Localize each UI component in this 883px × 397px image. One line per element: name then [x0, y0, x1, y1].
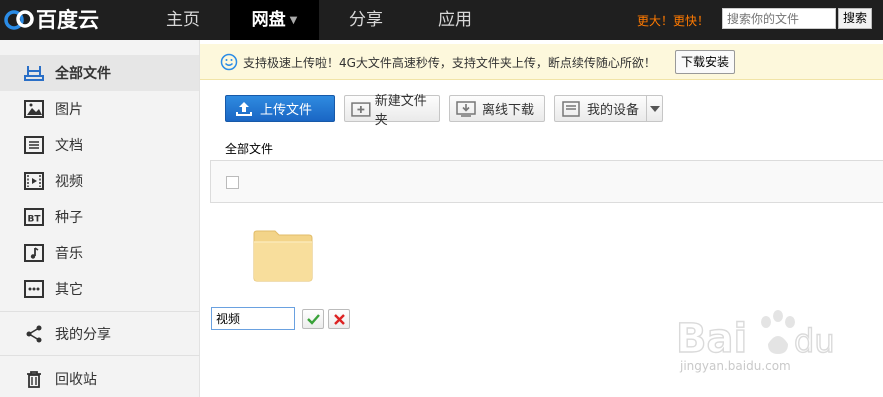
sidebar-item-label: 图片	[55, 102, 83, 118]
nav-share[interactable]: 分享	[334, 0, 398, 40]
sidebar-item-label: 音乐	[55, 246, 83, 262]
sidebar-item-images[interactable]: 图片	[0, 91, 199, 127]
download-install-button[interactable]: 下载安装	[675, 50, 735, 74]
offline-download-icon	[456, 100, 476, 117]
image-icon	[24, 100, 44, 118]
search-button[interactable]: 搜索	[838, 8, 872, 29]
cloud-logo-icon	[4, 10, 34, 30]
nav-netdisk-label: 网盘	[251, 10, 286, 30]
upload-icon	[236, 101, 252, 116]
offline-download-label: 离线下载	[482, 103, 535, 118]
new-folder-icon	[351, 101, 371, 117]
sidebar-item-videos[interactable]: 视频	[0, 163, 199, 199]
folder-icon[interactable]	[253, 230, 313, 282]
upload-file-button[interactable]: 上传文件	[225, 95, 335, 122]
sidebar-item-torrents[interactable]: BT 种子	[0, 199, 199, 235]
baidu-cloud-logo[interactable]: 百度云	[2, 4, 99, 34]
file-list-header	[210, 160, 883, 203]
notice-text: 支持极速上传啦！4G大文件高速秒传，支持文件夹上传，断点续传随心所欲！	[243, 56, 656, 70]
cancel-rename-button[interactable]	[328, 309, 350, 329]
folder-name-input[interactable]	[211, 307, 295, 330]
document-icon	[24, 136, 44, 154]
sidebar-divider	[0, 355, 200, 356]
confirm-rename-button[interactable]	[302, 309, 324, 329]
promo-link[interactable]: 更大！更快！	[637, 12, 709, 29]
watermark-url: jingyan.baidu.com	[680, 359, 791, 373]
torrent-icon: BT	[24, 208, 44, 226]
sidebar-item-label: 其它	[55, 282, 83, 298]
nav-home-label: 主页	[166, 10, 200, 30]
caret-down-icon	[650, 106, 660, 112]
trash-icon	[27, 371, 41, 388]
sidebar-divider	[0, 311, 200, 312]
sidebar-item-label: 全部文件	[55, 66, 111, 82]
svg-text:Bai: Bai	[676, 316, 747, 362]
sidebar-item-all-files[interactable]: 全部文件	[0, 55, 199, 91]
sidebar-item-label: 视频	[55, 174, 83, 190]
close-icon	[334, 314, 345, 325]
my-device-button[interactable]: 我的设备	[554, 95, 647, 122]
nav-netdisk[interactable]: 网盘 ▼	[230, 0, 319, 40]
sidebar-item-label: 回收站	[55, 372, 97, 388]
sidebar-item-other[interactable]: 其它	[0, 271, 199, 307]
share-icon	[26, 325, 42, 343]
top-bar: 百度云 主页 网盘 ▼ 分享 应用 更大！更快！ 搜索	[0, 0, 883, 40]
sidebar-item-label: 我的分享	[55, 327, 111, 343]
sidebar-item-recycle-bin[interactable]: 回收站	[0, 361, 199, 397]
nav-home[interactable]: 主页	[146, 0, 220, 40]
chevron-down-icon: ▼	[289, 15, 298, 26]
new-folder-button[interactable]: 新建文件夹	[344, 94, 440, 128]
nav-apps-label: 应用	[438, 10, 472, 30]
nav-apps[interactable]: 应用	[423, 0, 487, 40]
my-device-dropdown[interactable]	[646, 95, 663, 122]
my-device-label: 我的设备	[587, 103, 640, 118]
svg-text:BT: BT	[28, 215, 42, 225]
offline-download-button[interactable]: 离线下载	[449, 95, 545, 122]
notice-bar: 支持极速上传啦！4G大文件高速秒传，支持文件夹上传，断点续传随心所欲！	[200, 44, 883, 80]
search-input[interactable]	[722, 8, 836, 29]
sidebar-item-my-share[interactable]: 我的分享	[0, 316, 199, 352]
new-folder-label: 新建文件夹	[374, 93, 427, 128]
sidebar-item-label: 种子	[55, 210, 83, 226]
sidebar-item-documents[interactable]: 文档	[0, 127, 199, 163]
logo-text: 百度云	[36, 8, 99, 32]
check-icon	[307, 314, 320, 325]
video-icon	[24, 172, 44, 190]
sidebar-item-label: 文档	[55, 138, 83, 154]
upload-file-label: 上传文件	[260, 103, 313, 118]
sidebar: 全部文件 图片 文档 视频 BT 种子 音乐 其它 我的分享 回收站	[0, 40, 200, 397]
smile-icon	[220, 53, 238, 71]
device-icon	[562, 100, 580, 117]
breadcrumb[interactable]: 全部文件	[225, 140, 273, 157]
all-files-icon	[24, 66, 44, 81]
more-icon	[24, 280, 44, 298]
svg-text:du: du	[794, 322, 835, 360]
select-all-checkbox[interactable]	[226, 176, 239, 189]
nav-share-label: 分享	[349, 10, 383, 30]
sidebar-item-music[interactable]: 音乐	[0, 235, 199, 271]
music-icon	[24, 244, 44, 262]
